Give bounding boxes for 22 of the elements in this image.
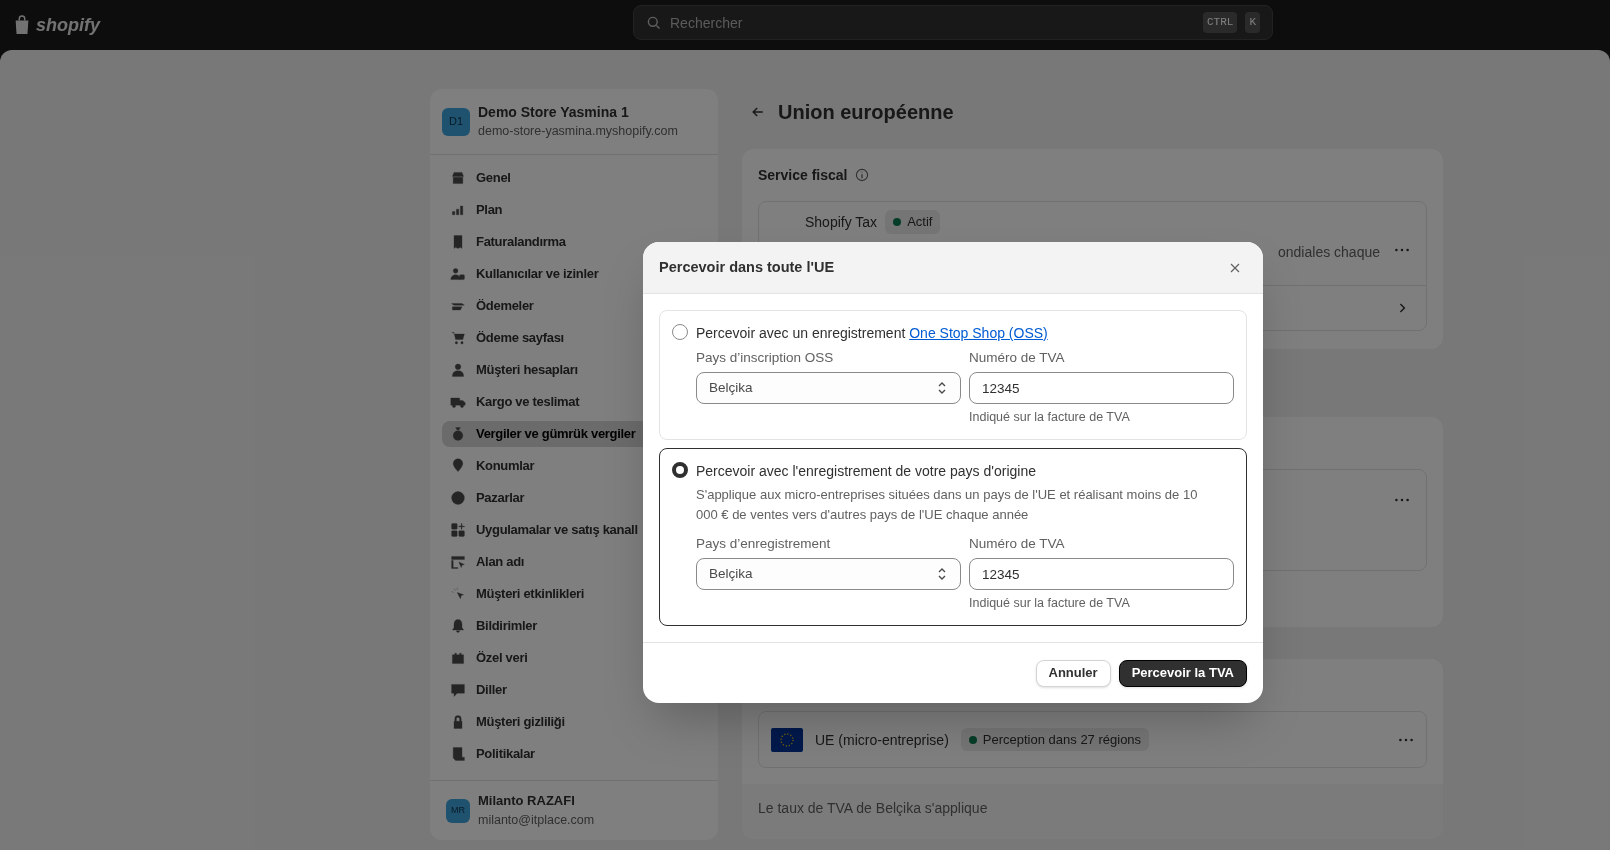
user-name: Milanto RAZAFI [478, 792, 576, 811]
footer-note: Le taux de TVA de Belçika s'applique [757, 799, 989, 818]
description-text: ondiales chaque [1277, 242, 1381, 262]
field-label: Numéro de TVA [969, 535, 1066, 553]
help-text: Indiqué sur la facture de TVA [969, 595, 1131, 613]
logo-text: shopify [36, 14, 100, 37]
section-title: Service fiscal [758, 166, 848, 185]
shortcut-key: K [1245, 12, 1260, 33]
shortcut-key: CTRL [1203, 12, 1238, 33]
page-title: Union européenne [778, 100, 954, 125]
registration-name: UE (micro-entreprise) [815, 730, 949, 750]
field-label: Numéro de TVA [969, 349, 1066, 367]
help-text: Indiqué sur la facture de TVA [969, 409, 1131, 427]
user-email: milanto@itplace.com [478, 811, 595, 829]
status-badge: Actif [885, 210, 941, 234]
store-avatar: D1 [442, 107, 470, 136]
store-name: Demo Store Yasmina 1 [478, 103, 630, 123]
status-badge: Perception dans 27 régions [960, 727, 1150, 752]
store-domain: demo-store-yasmina.myshopify.com [478, 123, 678, 141]
provider-name: Shopify Tax [805, 212, 878, 232]
user-avatar: MR [446, 798, 470, 823]
search-placeholder: Rechercher [670, 13, 744, 33]
